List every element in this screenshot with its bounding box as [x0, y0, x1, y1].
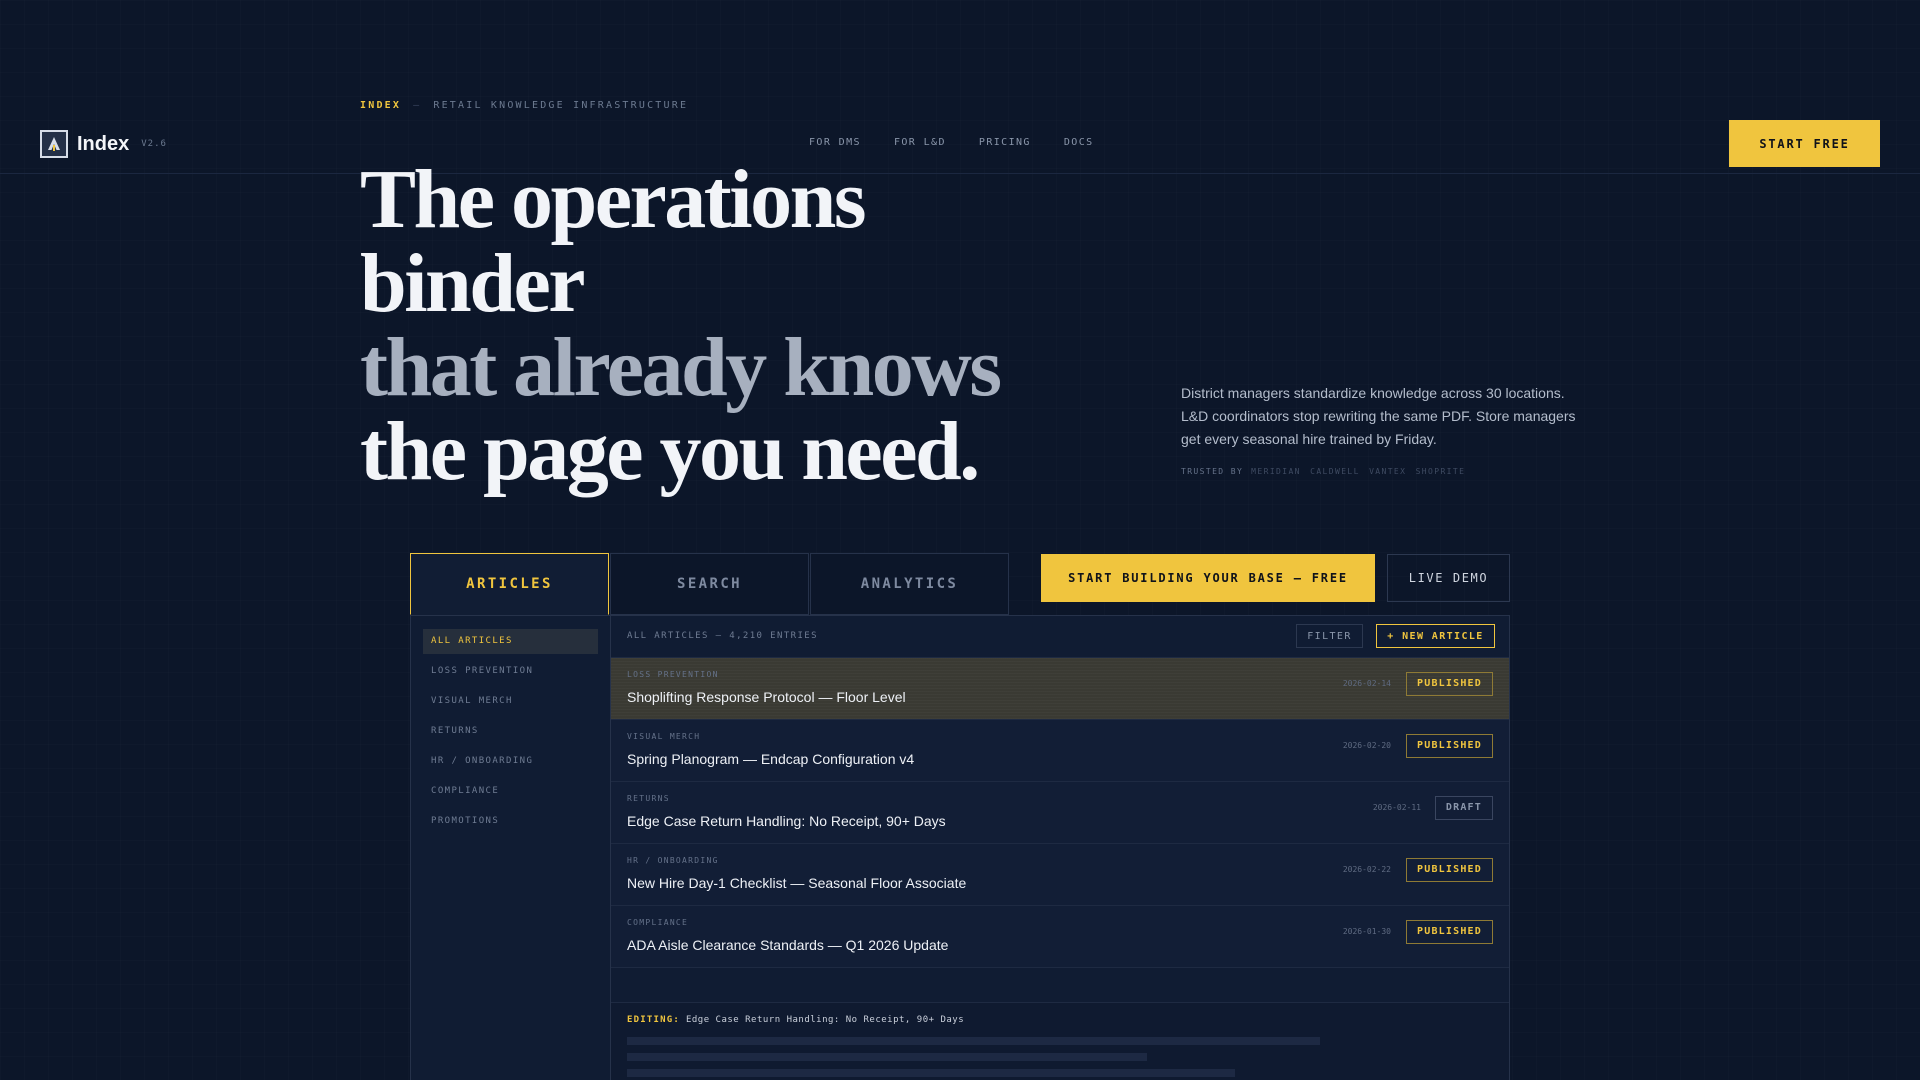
editing-title: Edge Case Return Handling: No Receipt, 9… [685, 1015, 965, 1025]
trusted-by: TRUSTED BY MERIDIAN CALDWELL VANTEX SHOPR… [1181, 467, 1465, 476]
row-date: 2026-01-30 [1342, 927, 1391, 936]
live-demo-button[interactable]: LIVE DEMO [1387, 554, 1510, 602]
logo-name: Index [77, 132, 130, 155]
row-category: VISUAL MERCH [627, 732, 701, 741]
nav-link-for-dms[interactable]: FOR DMS [809, 137, 861, 148]
row-date: 2026-02-11 [1372, 803, 1421, 812]
row-date: 2026-02-22 [1342, 865, 1391, 874]
status-badge: DRAFT [1434, 796, 1493, 820]
sidebar-item-all-articles[interactable]: ALL ARTICLES [423, 629, 598, 654]
nav-link-pricing[interactable]: PRICING [979, 137, 1031, 148]
skeleton-line [627, 1053, 1147, 1061]
skeleton-line [627, 1069, 1235, 1077]
app-tabs: ARTICLES SEARCH ANALYTICS [410, 553, 1010, 615]
tab-search[interactable]: SEARCH [610, 553, 809, 615]
status-badge: PUBLISHED [1406, 920, 1493, 944]
article-list: ALL ARTICLES — 4,210 ENTRIES FILTER + NE… [611, 616, 1509, 1080]
nav-link-for-ld[interactable]: FOR L&D [894, 137, 946, 148]
row-title: Spring Planogram — Endcap Configuration … [627, 751, 915, 767]
list-header: ALL ARTICLES — 4,210 ENTRIES FILTER + NE… [611, 616, 1509, 658]
status-badge: PUBLISHED [1406, 672, 1493, 696]
logo-mark-icon [40, 130, 68, 158]
editing-status: EDITING: Edge Case Return Handling: No Re… [627, 1015, 964, 1025]
sidebar-item-compliance[interactable]: COMPLIANCE [423, 779, 598, 804]
sidebar-item-promotions[interactable]: PROMOTIONS [423, 809, 598, 834]
app-panel: ALL ARTICLES LOSS PREVENTION VISUAL MERC… [410, 615, 1510, 1080]
eyebrow: INDEX — RETAIL KNOWLEDGE INFRASTRUCTURE [360, 100, 688, 111]
hero-line-3: that already knows [360, 321, 1002, 414]
row-date: 2026-02-20 [1342, 741, 1391, 750]
start-building-button[interactable]: START BUILDING YOUR BASE — FREE [1041, 554, 1375, 602]
row-category: RETURNS [627, 794, 670, 803]
row-title: Shoplifting Response Protocol — Floor Le… [627, 689, 906, 705]
row-category: HR / ONBOARDING [627, 856, 719, 865]
hero-line-2: binder [360, 237, 586, 330]
new-article-button[interactable]: + NEW ARTICLE [1376, 624, 1495, 648]
eyebrow-tagline: RETAIL KNOWLEDGE INFRASTRUCTURE [433, 100, 689, 111]
start-free-button[interactable]: START FREE [1729, 120, 1880, 167]
status-badge: PUBLISHED [1406, 734, 1493, 758]
table-row[interactable]: HR / ONBOARDING New Hire Day-1 Checklist… [611, 844, 1509, 906]
row-title: New Hire Day-1 Checklist — Seasonal Floo… [627, 875, 967, 891]
editor-preview[interactable]: EDITING: Edge Case Return Handling: No Re… [611, 1002, 1509, 1080]
sidebar-item-hr-onboarding[interactable]: HR / ONBOARDING [423, 749, 598, 774]
sidebar-item-visual-merch[interactable]: VISUAL MERCH [423, 689, 598, 714]
hero-description: District managers standardize knowledge … [1181, 385, 1576, 447]
hero-line-1: The operations [360, 153, 867, 246]
status-badge: PUBLISHED [1406, 858, 1493, 882]
table-row[interactable]: VISUAL MERCH Spring Planogram — Endcap C… [611, 720, 1509, 782]
main-nav: FOR DMS FOR L&D PRICING DOCS [809, 137, 1094, 148]
table-row[interactable]: LOSS PREVENTION Shoplifting Response Pro… [611, 658, 1509, 720]
trusted-brands: MERIDIAN CALDWELL VANTEX SHOPRITE [1251, 467, 1466, 476]
entries-count: ALL ARTICLES — 4,210 ENTRIES [627, 631, 818, 641]
logo[interactable]: Index V2.6 [40, 130, 167, 158]
editing-label: EDITING: [627, 1015, 680, 1025]
row-category: LOSS PREVENTION [627, 670, 719, 679]
row-title: Edge Case Return Handling: No Receipt, 9… [627, 813, 946, 829]
category-sidebar: ALL ARTICLES LOSS PREVENTION VISUAL MERC… [411, 616, 611, 1080]
eyebrow-brand: INDEX [360, 100, 402, 111]
filter-button[interactable]: FILTER [1296, 624, 1363, 648]
sidebar-item-returns[interactable]: RETURNS [423, 719, 598, 744]
row-date: 2026-02-14 [1342, 679, 1391, 688]
tab-articles[interactable]: ARTICLES [410, 553, 609, 615]
eyebrow-dash: — [413, 100, 422, 111]
hero-headline: The operations binder that already knows… [360, 158, 1060, 494]
hero-line-4: the page you need. [360, 405, 980, 498]
row-category: COMPLIANCE [627, 918, 689, 927]
tab-analytics[interactable]: ANALYTICS [810, 553, 1009, 615]
row-title: ADA Aisle Clearance Standards — Q1 2026 … [627, 937, 949, 953]
skeleton-line [627, 1037, 1320, 1045]
version-badge: V2.6 [141, 139, 167, 149]
table-row[interactable]: COMPLIANCE ADA Aisle Clearance Standards… [611, 906, 1509, 968]
sidebar-item-loss-prevention[interactable]: LOSS PREVENTION [423, 659, 598, 684]
table-row[interactable]: RETURNS Edge Case Return Handling: No Re… [611, 782, 1509, 844]
nav-link-docs[interactable]: DOCS [1064, 137, 1094, 148]
trusted-label: TRUSTED BY [1181, 467, 1244, 476]
